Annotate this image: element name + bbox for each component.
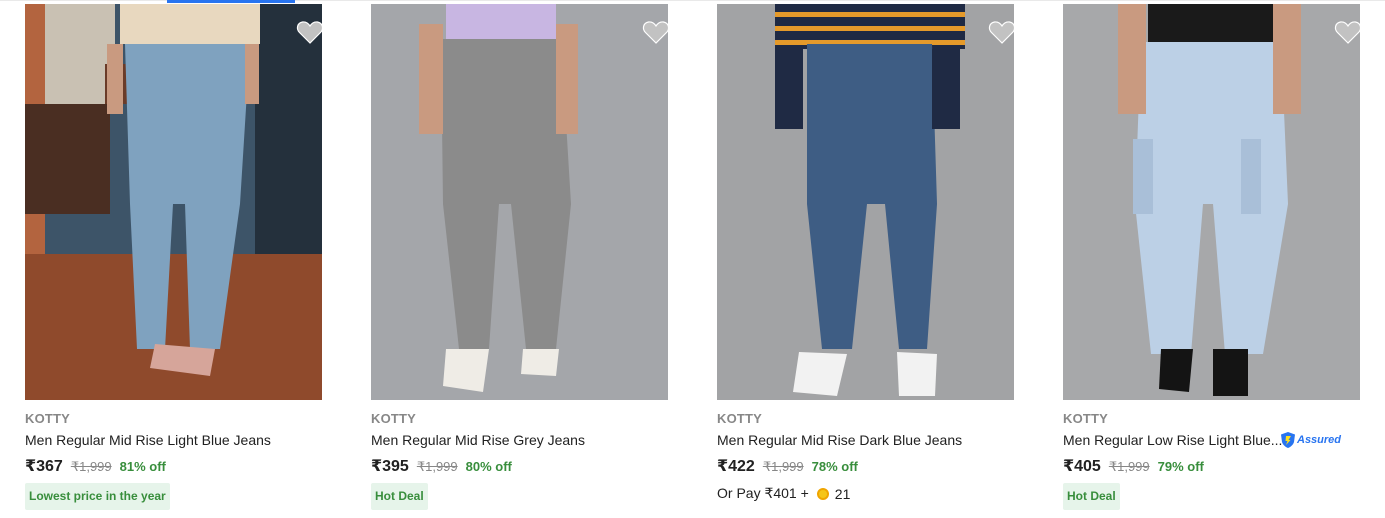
deal-tag: Hot Deal [371, 483, 428, 510]
active-tab-indicator [167, 0, 295, 3]
product-photo-light-blue-cargo-jeans [1063, 4, 1360, 400]
discount-percent: 79% off [1157, 459, 1204, 474]
original-price: ₹1,999 [416, 459, 458, 474]
wishlist-heart-icon[interactable] [296, 19, 324, 45]
selling-price: ₹395 [371, 458, 409, 475]
or-pay-label: Or Pay ₹401 + [717, 485, 809, 501]
product-title[interactable]: Men Regular Mid Rise Grey Jeans [371, 432, 585, 448]
product-photo-light-blue-jeans [25, 4, 322, 400]
coin-amount: 21 [834, 485, 851, 502]
discount-percent: 81% off [119, 459, 166, 474]
assured-badge: Assured [1280, 431, 1341, 449]
product-image[interactable] [1063, 4, 1360, 400]
product-card[interactable]: KOTTY Men Regular Low Rise Light Blue...… [1063, 4, 1362, 518]
product-image[interactable] [717, 4, 1014, 400]
product-card[interactable]: KOTTY Men Regular Mid Rise Grey Jeans ₹3… [371, 4, 670, 518]
or-pay-with-coins: Or Pay ₹401 + 21 [717, 485, 850, 502]
selling-price: ₹405 [1063, 458, 1101, 475]
product-title[interactable]: Men Regular Mid Rise Light Blue Jeans [25, 432, 271, 448]
product-card[interactable]: KOTTY Men Regular Mid Rise Light Blue Je… [25, 4, 324, 518]
wishlist-heart-icon[interactable] [988, 19, 1016, 45]
price-row: ₹367 ₹1,999 81% off [25, 456, 166, 476]
supercoin-icon [816, 487, 829, 500]
original-price: ₹1,999 [70, 459, 112, 474]
deal-tag: Hot Deal [1063, 483, 1120, 510]
wishlist-heart-icon[interactable] [1334, 19, 1362, 45]
product-image[interactable] [25, 4, 322, 400]
original-price: ₹1,999 [762, 459, 804, 474]
product-photo-dark-blue-jeans [717, 4, 1014, 400]
price-row: ₹422 ₹1,999 78% off [717, 456, 858, 476]
product-grid: KOTTY Men Regular Mid Rise Light Blue Je… [0, 4, 1385, 518]
product-brand: KOTTY [1063, 411, 1109, 426]
product-title[interactable]: Men Regular Low Rise Light Blue... [1063, 432, 1282, 448]
assured-shield-icon [1281, 432, 1295, 448]
deal-tag: Lowest price in the year [25, 483, 170, 510]
product-brand: KOTTY [25, 411, 71, 426]
selling-price: ₹367 [25, 458, 63, 475]
product-brand: KOTTY [371, 411, 417, 426]
price-row: ₹395 ₹1,999 80% off [371, 456, 512, 476]
product-title[interactable]: Men Regular Mid Rise Dark Blue Jeans [717, 432, 962, 448]
price-row: ₹405 ₹1,999 79% off [1063, 456, 1204, 476]
product-brand: KOTTY [717, 411, 763, 426]
selling-price: ₹422 [717, 458, 755, 475]
assured-label: Assured [1297, 434, 1342, 446]
product-image[interactable] [371, 4, 668, 400]
wishlist-heart-icon[interactable] [642, 19, 670, 45]
product-photo-grey-jeans [371, 4, 668, 400]
discount-percent: 80% off [465, 459, 512, 474]
discount-percent: 78% off [811, 459, 858, 474]
original-price: ₹1,999 [1108, 459, 1150, 474]
product-card[interactable]: KOTTY Men Regular Mid Rise Dark Blue Jea… [717, 4, 1016, 518]
